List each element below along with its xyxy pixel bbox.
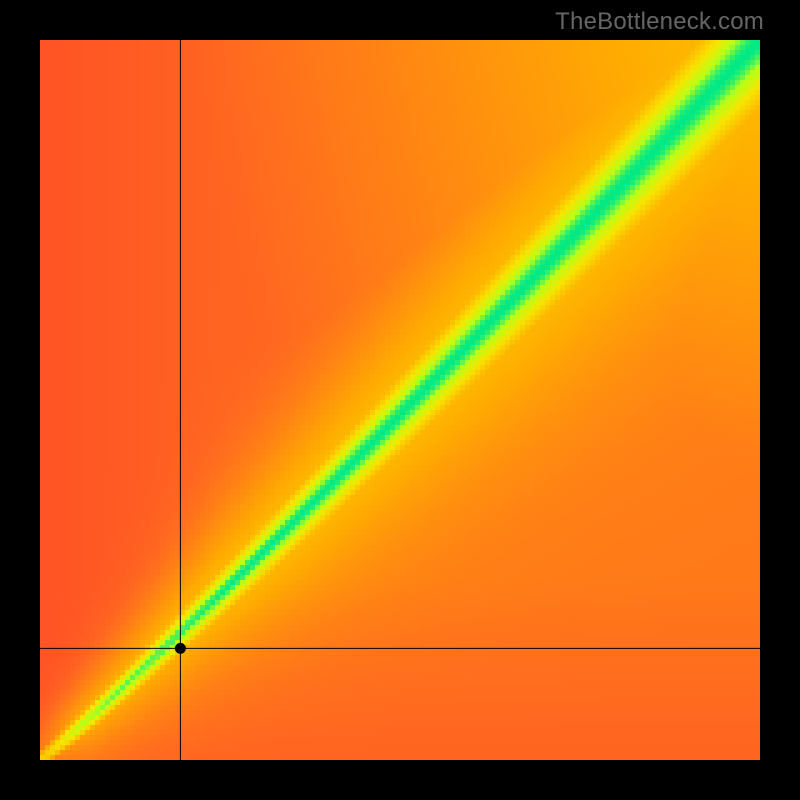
heatmap-canvas (40, 40, 760, 760)
watermark-text: TheBottleneck.com (555, 8, 764, 36)
chart-frame: TheBottleneck.com (0, 0, 800, 800)
